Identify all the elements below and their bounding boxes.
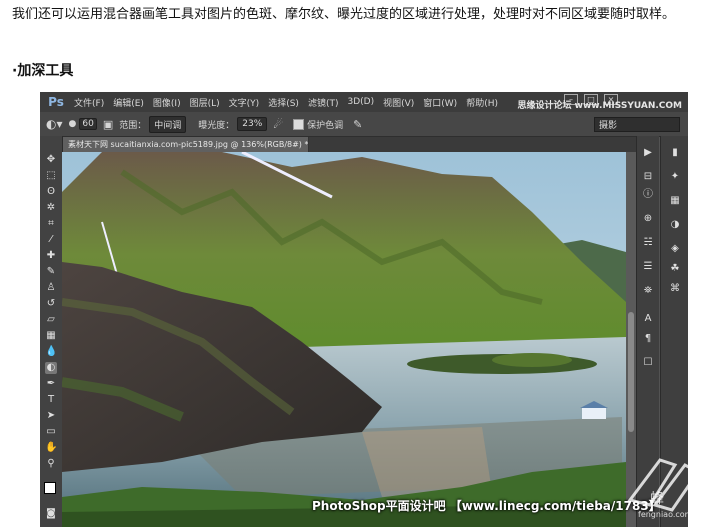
exposure-input[interactable]: 23%	[237, 117, 268, 131]
history-brush-tool-icon[interactable]: ↺	[45, 298, 57, 310]
photoshop-window: Ps 文件(F) 编辑(E) 图像(I) 图层(L) 文字(Y) 选择(S) 滤…	[40, 92, 688, 527]
fengniao-watermark-url: fengniao.com	[638, 510, 693, 519]
menu-edit[interactable]: 编辑(E)	[113, 96, 144, 109]
history-icon[interactable]: ⊟	[641, 170, 655, 184]
fengniao-watermark-text: 蜂	[650, 491, 664, 507]
brush-panel-icon[interactable]: ▣	[103, 118, 113, 131]
burn-tool-icon[interactable]: ◐	[45, 362, 57, 374]
navigator-icon[interactable]: ⊕	[641, 212, 655, 226]
clone-source-icon[interactable]: ⛯	[641, 284, 655, 298]
eyedropper-tool-icon[interactable]: ⁄	[45, 234, 57, 246]
gradient-tool-icon[interactable]: ▦	[45, 330, 57, 342]
workspace-select[interactable]: 摄影	[594, 117, 680, 132]
photoshop-logo: Ps	[48, 95, 64, 109]
move-tool-icon[interactable]: ✥	[45, 154, 57, 166]
protect-tones-label: 保护色调	[307, 120, 344, 131]
play-icon[interactable]: ▶	[641, 146, 655, 160]
fengniao-watermark: 蜂 fengniao.com	[620, 440, 710, 525]
document-canvas[interactable]	[62, 152, 626, 527]
options-bar: ◐▾ ● 60 ▣ 范围： 中间调 曝光度： 23% ☄ 保护色调 ✎ 摄影	[40, 112, 688, 137]
scrollbar-thumb[interactable]	[628, 312, 634, 432]
notes-icon[interactable]: ☐	[641, 356, 655, 370]
foreground-background-colors[interactable]	[44, 482, 61, 499]
checkbox-checked-icon	[293, 118, 305, 130]
quick-select-tool-icon[interactable]: ✲	[45, 202, 57, 214]
foreground-color-swatch[interactable]	[44, 482, 56, 494]
menu-window[interactable]: 窗口(W)	[423, 96, 457, 109]
swatches-icon[interactable]: ▦	[668, 194, 682, 208]
menu-filter[interactable]: 滤镜(T)	[308, 96, 339, 109]
path-select-tool-icon[interactable]: ➤	[45, 410, 57, 422]
type-tool-icon[interactable]: T	[45, 394, 57, 406]
menu-view[interactable]: 视图(V)	[383, 96, 414, 109]
airbrush-icon[interactable]: ☄	[273, 118, 283, 131]
menu-select[interactable]: 选择(S)	[268, 96, 299, 109]
info-icon[interactable]: ⓘ	[641, 188, 655, 202]
intro-paragraph: 我们还可以运用混合器画笔工具对图片的色斑、摩尔纹、曝光过度的区域进行处理，处理时…	[12, 7, 676, 22]
brush-size-picker[interactable]: ● 60	[69, 118, 97, 130]
color-icon[interactable]: ✦	[668, 170, 682, 184]
menu-layer[interactable]: 图层(L)	[190, 96, 220, 109]
burn-tool-preset-icon[interactable]: ◐▾	[46, 117, 63, 131]
document-tab[interactable]: 素材天下网 sucaitianxia.com-pic5189.jpg @ 136…	[62, 137, 309, 152]
shape-tool-icon[interactable]: ▭	[45, 426, 57, 438]
landscape-photo	[62, 152, 626, 527]
bottom-watermark: PhotoShop平面设计吧 【www.linecg.com/tieba/178…	[312, 499, 661, 513]
exposure-label: 曝光度：	[198, 120, 235, 131]
lasso-tool-icon[interactable]: ʘ	[45, 186, 57, 198]
adjustments-icon[interactable]: ◑	[668, 218, 682, 232]
top-watermark: 思缘设计论坛 www.MISSYUAN.COM	[517, 101, 682, 111]
paths-icon[interactable]: ⌘	[668, 282, 682, 296]
tools-panel: ✥ ⬚ ʘ ✲ ⌗ ⁄ ✚ ✎ ♙ ↺ ▱ ▦ 💧 ◐ ✒ T ➤ ▭ ✋ ⚲ …	[40, 136, 63, 527]
protect-tones-checkbox[interactable]: 保护色调	[293, 118, 343, 131]
adjust-icon[interactable]: ☰	[641, 260, 655, 274]
layers-icon[interactable]: ◈	[668, 242, 682, 256]
zoom-tool-icon[interactable]: ⚲	[45, 458, 57, 470]
channels-icon[interactable]: ☘	[668, 262, 682, 276]
paragraph-icon[interactable]: ¶	[641, 332, 655, 346]
marquee-tool-icon[interactable]: ⬚	[45, 170, 57, 182]
menu-image[interactable]: 图像(I)	[153, 96, 181, 109]
pressure-icon[interactable]: ✎	[353, 118, 362, 131]
menu-3d[interactable]: 3D(D)	[347, 97, 374, 107]
menu-file[interactable]: 文件(F)	[74, 96, 104, 109]
section-title: ·加深工具	[12, 63, 74, 79]
brush-size-value: 60	[79, 118, 97, 130]
pen-tool-icon[interactable]: ✒	[45, 378, 57, 390]
clone-stamp-tool-icon[interactable]: ♙	[45, 282, 57, 294]
quick-mask-icon[interactable]: ◙	[45, 508, 57, 520]
brush-tool-icon[interactable]: ✎	[45, 266, 57, 278]
range-label: 范围：	[119, 120, 147, 131]
crop-tool-icon[interactable]: ⌗	[45, 218, 57, 230]
histogram-icon[interactable]: ▮	[668, 146, 682, 160]
range-select[interactable]: 中间调	[149, 115, 187, 133]
brush-settings-icon[interactable]: ☵	[641, 236, 655, 250]
menu-type[interactable]: 文字(Y)	[229, 96, 260, 109]
healing-tool-icon[interactable]: ✚	[45, 250, 57, 262]
menu-help[interactable]: 帮助(H)	[466, 96, 498, 109]
eraser-tool-icon[interactable]: ▱	[45, 314, 57, 326]
hand-tool-icon[interactable]: ✋	[45, 442, 57, 454]
blur-tool-icon[interactable]: 💧	[45, 346, 57, 358]
character-icon[interactable]: A	[641, 312, 655, 326]
